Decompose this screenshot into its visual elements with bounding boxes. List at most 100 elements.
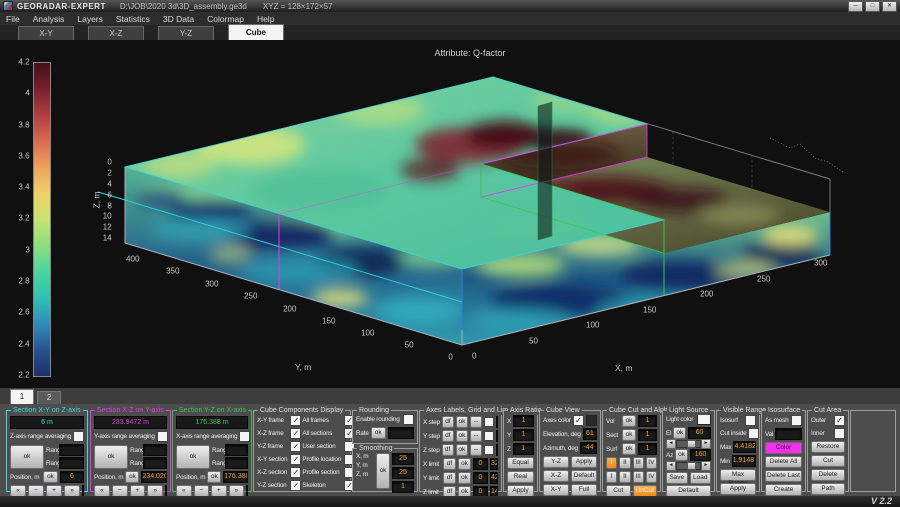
x-step-grid-button[interactable]: -- — [470, 416, 482, 428]
x-step-checkbox[interactable] — [484, 417, 494, 427]
x-step-df-button[interactable]: df — [442, 416, 454, 428]
xz-range-ok-button[interactable]: ok — [94, 445, 128, 469]
surf-alpha-field[interactable]: 1 — [638, 443, 657, 455]
x-step-ok-button[interactable]: ok — [456, 416, 468, 428]
z-range-averaging-checkbox[interactable] — [73, 431, 84, 442]
y-step-checkbox[interactable] — [484, 431, 494, 441]
smoothing-z-field[interactable]: 1 — [392, 481, 414, 493]
z-step-df-button[interactable]: df — [442, 444, 454, 456]
inner-checkbox[interactable] — [834, 428, 845, 439]
vol-ok-button[interactable]: ok — [622, 415, 636, 427]
menu-statistics[interactable]: Statistics — [116, 14, 150, 24]
azimuth-light-ok-button[interactable]: ok — [675, 449, 688, 461]
view-full-button[interactable]: Full — [571, 484, 597, 496]
y-step-grid-button[interactable]: -- — [470, 430, 482, 442]
cut-area-delete-button[interactable]: Delete — [811, 469, 845, 481]
xy-range-limit-1-field[interactable] — [59, 444, 84, 456]
xy-range-limit-2-field[interactable] — [59, 457, 84, 469]
yz-frame-checkbox[interactable]: ✓ — [290, 441, 301, 452]
menu-colormap[interactable]: Colormap — [207, 14, 244, 24]
x-limit-min-field[interactable]: 0 — [473, 458, 488, 470]
light-azimuth-field[interactable]: 160 — [690, 449, 711, 461]
minimize-button[interactable]: ─ — [848, 1, 863, 12]
light-color-swatch[interactable] — [697, 414, 711, 425]
light-elevation-field[interactable]: 60 — [688, 427, 711, 439]
azimuth-field[interactable]: -44 — [580, 442, 597, 454]
isosurface-color-button[interactable]: Color — [765, 442, 802, 454]
x-limit-max-field[interactable]: 320.6 — [490, 458, 498, 470]
xy-range-ok-button[interactable]: ok — [10, 445, 44, 469]
yz-range-limit-1-field[interactable] — [225, 444, 248, 456]
maximize-button[interactable]: □ — [865, 1, 880, 12]
menu-file[interactable]: File — [6, 14, 20, 24]
cut-inside-checkbox[interactable] — [748, 428, 759, 439]
x-limit-df-button[interactable]: df — [443, 458, 456, 470]
octant-1-bottom-button[interactable]: I — [606, 471, 617, 483]
ratio-z-field[interactable]: 1 — [513, 443, 534, 455]
z-step-checkbox[interactable] — [484, 445, 494, 455]
xy-section-checkbox[interactable]: ✓ — [290, 454, 301, 465]
menu-layers[interactable]: Layers — [77, 14, 103, 24]
octant-3-top-button[interactable]: III — [633, 457, 644, 469]
smoothing-y-field[interactable]: 25 — [392, 467, 414, 479]
view-xy-button[interactable]: X-Y — [543, 484, 569, 496]
light-load-button[interactable]: Load — [690, 472, 712, 484]
xy-frame-checkbox[interactable]: ✓ — [290, 415, 301, 426]
z-step-field[interactable]: 2 — [496, 444, 498, 456]
y-limit-df-button[interactable]: df — [443, 472, 456, 484]
octant-1-top-button[interactable]: I — [606, 457, 617, 469]
ratio-real-button[interactable]: Real — [507, 471, 534, 483]
yz-position-ok-button[interactable]: ok — [207, 471, 221, 483]
axes-color-checkbox[interactable]: ✓ — [573, 415, 584, 426]
sect-ok-button[interactable]: ok — [622, 429, 636, 441]
y-step-ok-button[interactable]: ok — [456, 430, 468, 442]
panel-page-tab-2[interactable]: 2 — [37, 391, 61, 404]
y-range-averaging-checkbox[interactable] — [157, 431, 168, 442]
xz-section-checkbox[interactable]: ✓ — [290, 467, 301, 478]
yz-position-field[interactable]: 176.388 — [223, 471, 248, 483]
delete-all-button[interactable]: Delete All — [765, 456, 802, 468]
rate-field[interactable] — [388, 427, 414, 439]
delete-last-button[interactable]: Delete Last — [765, 470, 802, 482]
octant-3-bottom-button[interactable]: III — [633, 471, 644, 483]
colorbar[interactable] — [33, 62, 51, 377]
xz-range-limit-1-field[interactable] — [143, 444, 167, 456]
xz-position-field[interactable]: 234.026 — [141, 471, 167, 483]
slider-left-arrow[interactable]: ◄ — [666, 439, 676, 449]
elevation-light-ok-button[interactable]: ok — [673, 427, 686, 439]
view-yz-button[interactable]: Y-Z — [543, 456, 569, 468]
panel-page-tab-1[interactable]: 1 — [10, 389, 34, 404]
xz-range-limit-2-field[interactable] — [143, 457, 167, 469]
light-save-button[interactable]: Save — [666, 472, 688, 484]
yz-section-checkbox[interactable]: ✓ — [290, 480, 301, 491]
elevation-field[interactable]: 61 — [583, 428, 597, 440]
x-step-field[interactable]: 50 — [496, 416, 498, 428]
z-step-ok-button[interactable]: ok — [456, 444, 468, 456]
y-limit-ok-button[interactable]: ok — [458, 472, 471, 484]
slider-right-arrow[interactable]: ► — [701, 461, 711, 471]
octant-4-bottom-button[interactable]: IV — [646, 471, 657, 483]
enable-rounding-checkbox[interactable] — [403, 414, 414, 425]
xy-position-ok-button[interactable]: ok — [43, 471, 58, 483]
yz-range-limit-2-field[interactable] — [225, 457, 248, 469]
menu-analysis[interactable]: Analysis — [33, 14, 65, 24]
yz-range-ok-button[interactable]: ok — [176, 445, 210, 469]
ratio-y-field[interactable]: 1 — [513, 429, 534, 441]
close-button[interactable]: ✕ — [882, 1, 897, 12]
vol-alpha-field[interactable]: 1 — [638, 415, 657, 427]
path-button[interactable]: Path — [811, 483, 845, 495]
sect-alpha-field[interactable]: 1 — [638, 429, 657, 441]
y-limit-min-field[interactable]: 0 — [473, 472, 488, 484]
smoothing-x-field[interactable]: 25 — [392, 453, 414, 465]
axes-color-swatch[interactable] — [586, 415, 597, 426]
ratio-x-field[interactable]: 1 — [513, 415, 534, 427]
slider-left-arrow[interactable]: ◄ — [666, 461, 676, 471]
max-range-button[interactable]: Max Range — [720, 469, 756, 481]
octant-2-top-button[interactable]: II — [619, 457, 630, 469]
smoothing-ok-button[interactable]: ok — [376, 453, 390, 489]
menu-3d-data[interactable]: 3D Data — [163, 14, 194, 24]
light-azimuth-slider[interactable]: ◄► — [666, 462, 711, 470]
tab-x-z[interactable]: X-Z — [88, 26, 144, 40]
range-max-field[interactable]: 4.41821 — [733, 441, 756, 453]
create-button[interactable]: Create — [765, 484, 802, 496]
